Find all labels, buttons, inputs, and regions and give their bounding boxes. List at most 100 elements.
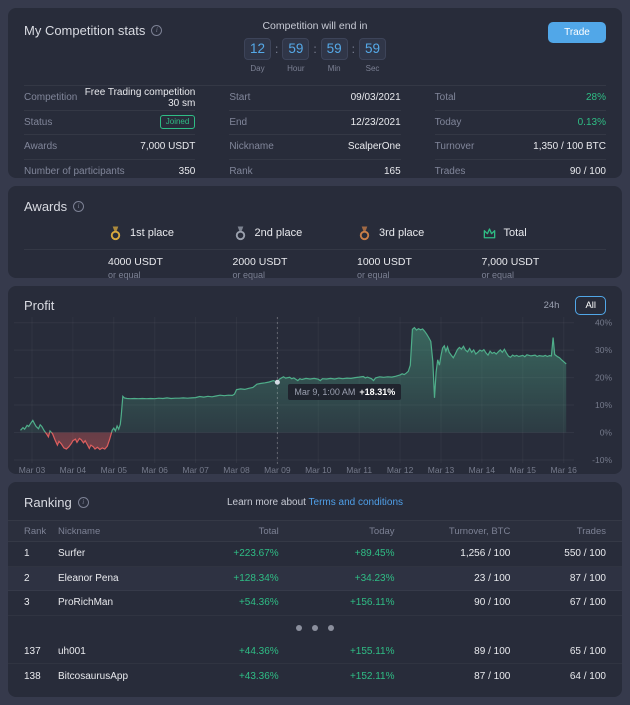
rank-cell: 1 bbox=[24, 548, 58, 559]
stat-row: Awards7,000 USDT bbox=[24, 135, 195, 160]
x-axis-tick: Mar 13 bbox=[428, 465, 455, 475]
award-note: or equal bbox=[233, 270, 358, 280]
range-button-24h[interactable]: 24h bbox=[534, 296, 570, 315]
ranking-row: 137uh001+44.36%+155.11%89 / 10065 / 100 bbox=[8, 640, 622, 665]
ranking-header-rank: Rank bbox=[24, 526, 58, 537]
profit-card-title-text: Profit bbox=[24, 298, 54, 313]
awards-card-title-text: Awards bbox=[24, 199, 67, 214]
stat-label: Status bbox=[24, 117, 52, 128]
stats-grid: CompetitionFree Trading competition 30 s… bbox=[24, 85, 606, 184]
range-button-all[interactable]: All bbox=[575, 296, 606, 315]
stat-value: 350 bbox=[179, 166, 196, 177]
nickname-cell: Eleanor Pena bbox=[58, 573, 178, 584]
award-place-total: Total bbox=[482, 224, 607, 242]
stat-label: End bbox=[229, 117, 247, 128]
trade-button[interactable]: Trade bbox=[548, 22, 606, 43]
stat-row: Start09/03/2021 bbox=[229, 86, 400, 111]
stat-row: Today0.13% bbox=[435, 111, 606, 136]
awards-divider bbox=[24, 249, 606, 250]
ranking-row: 1Surfer+223.67%+89.45%1,256 / 100550 / 1… bbox=[8, 542, 622, 567]
award-amount-block: 7,000 USDT or equal bbox=[482, 256, 607, 280]
pagination-dot[interactable] bbox=[312, 625, 318, 631]
turnover-cell: 1,256 / 100 bbox=[395, 548, 511, 559]
turnover-cell: 87 / 100 bbox=[395, 671, 511, 682]
award-place-label: 1st place bbox=[130, 227, 174, 239]
stat-value: 12/23/2021 bbox=[351, 117, 401, 128]
award-note: or equal bbox=[108, 270, 233, 280]
y-axis-tick: -10% bbox=[592, 455, 612, 465]
tooltip-label: Mar 9, 1:00 AM bbox=[294, 387, 355, 397]
learn-more-text: Learn more about Terms and conditions bbox=[8, 497, 622, 508]
stat-value: 09/03/2021 bbox=[351, 92, 401, 103]
award-place-3rd-place: 3rd place bbox=[357, 224, 482, 242]
ranking-row: 138BitcosaurusApp+43.36%+152.11%87 / 100… bbox=[8, 664, 622, 689]
chart-tooltip: Mar 9, 1:00 AM+18.31% bbox=[288, 384, 401, 400]
countdown-unit-label: Hour bbox=[287, 64, 304, 73]
nickname-cell: ProRichMan bbox=[58, 597, 178, 608]
y-axis-tick: 10% bbox=[595, 400, 612, 410]
info-icon[interactable]: i bbox=[73, 201, 84, 212]
stat-row: Number of participants 350 bbox=[24, 160, 195, 185]
today-cell: +152.11% bbox=[279, 671, 395, 682]
stats-column-2: Start09/03/2021 End 12/23/2021 NicknameScal… bbox=[229, 86, 400, 184]
award-place-1st-place: 1st place bbox=[108, 224, 233, 242]
rank-cell: 2 bbox=[24, 573, 58, 584]
stat-row: Trades90 / 100 bbox=[435, 160, 606, 185]
y-axis-tick: 20% bbox=[595, 373, 612, 383]
today-cell: +155.11% bbox=[279, 646, 395, 657]
countdown-colon: : bbox=[313, 38, 316, 60]
award-note: or equal bbox=[357, 270, 482, 280]
ranking-row: 2Eleanor Pena+128.34%+34.23%23 / 10087 /… bbox=[8, 567, 622, 592]
award-amount-block: 4000 USDTor equal bbox=[108, 256, 233, 280]
y-axis-tick: 40% bbox=[595, 318, 612, 328]
today-cell: +156.11% bbox=[279, 597, 395, 608]
stat-value: 0.13% bbox=[578, 117, 606, 128]
awards-card-title: Awards i bbox=[24, 199, 84, 214]
rank-cell: 138 bbox=[24, 671, 58, 682]
stats-card-title: My Competition stats i bbox=[24, 23, 162, 38]
stat-label: Nickname bbox=[229, 141, 273, 152]
y-axis-tick: 0% bbox=[600, 428, 613, 438]
terms-and-conditions-link[interactable]: Terms and conditions bbox=[309, 497, 404, 508]
countdown-unit-label: Min bbox=[328, 64, 341, 73]
stat-row: NicknameScalperOne bbox=[229, 135, 400, 160]
award-amount-block: 1000 USDTor equal bbox=[357, 256, 482, 280]
stats-column-1: CompetitionFree Trading competition 30 s… bbox=[24, 86, 195, 184]
stat-label: Total bbox=[435, 92, 456, 103]
ranking-header-total: Total bbox=[178, 526, 279, 537]
x-axis-tick: Mar 06 bbox=[141, 465, 168, 475]
pagination-dot[interactable] bbox=[328, 625, 334, 631]
stat-value: 90 / 100 bbox=[570, 166, 606, 177]
countdown-value: 12 bbox=[244, 38, 271, 60]
ranking-header-trades: Trades bbox=[510, 526, 606, 537]
award-place-label: Total bbox=[504, 227, 527, 239]
pagination-dots bbox=[8, 616, 622, 640]
trades-cell: 65 / 100 bbox=[510, 646, 606, 657]
x-axis-tick: Mar 15 bbox=[510, 465, 537, 475]
ranking-table-body: 1Surfer+223.67%+89.45%1,256 / 100550 / 1… bbox=[8, 542, 622, 689]
nickname-cell: Surfer bbox=[58, 548, 178, 559]
stat-label: Number of participants bbox=[24, 166, 125, 177]
rank-cell: 137 bbox=[24, 646, 58, 657]
trades-cell: 67 / 100 bbox=[510, 597, 606, 608]
today-cell: +34.23% bbox=[279, 573, 395, 584]
x-axis-tick: Mar 08 bbox=[223, 465, 250, 475]
stats-card-title-text: My Competition stats bbox=[24, 23, 145, 38]
award-note: or equal bbox=[482, 270, 607, 280]
info-icon[interactable]: i bbox=[151, 25, 162, 36]
crown-icon bbox=[482, 226, 497, 241]
x-axis-tick: Mar 03 bbox=[19, 465, 46, 475]
x-axis-tick: Mar 05 bbox=[101, 465, 128, 475]
total-cell: +44.36% bbox=[178, 646, 279, 657]
pagination-dot[interactable] bbox=[296, 625, 302, 631]
countdown-value: 59 bbox=[282, 38, 309, 60]
x-axis-tick: Mar 10 bbox=[305, 465, 332, 475]
countdown-colon: : bbox=[275, 38, 278, 60]
nickname-cell: BitcosaurusApp bbox=[58, 671, 178, 682]
stat-row: End 12/23/2021 bbox=[229, 111, 400, 136]
total-cell: +223.67% bbox=[178, 548, 279, 559]
total-cell: +54.36% bbox=[178, 597, 279, 608]
award-amount: 7,000 USDT bbox=[482, 256, 607, 268]
profit-chart[interactable]: 40%30%20%10%0%-10%Mar 03Mar 04Mar 05Mar … bbox=[8, 315, 622, 483]
countdown-value: 59 bbox=[359, 38, 386, 60]
